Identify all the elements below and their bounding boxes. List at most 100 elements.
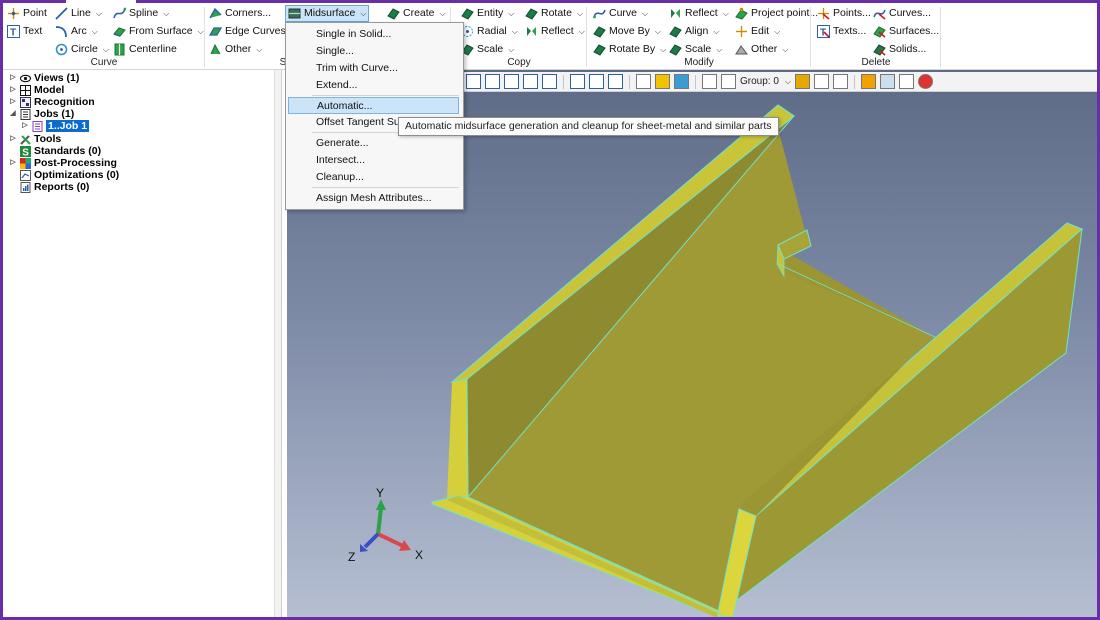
expand-icon[interactable]: ▷ bbox=[9, 96, 17, 108]
copy-scale-label: Scale bbox=[477, 43, 504, 55]
from-surface-button[interactable]: From Surface ⌵ bbox=[111, 23, 206, 40]
fit-all-icon[interactable] bbox=[702, 74, 717, 89]
modify-reflect-label: Reflect bbox=[685, 7, 718, 19]
color-shade-icon[interactable] bbox=[674, 74, 689, 89]
copy-rotate-button[interactable]: Rotate ⌵ bbox=[523, 5, 585, 22]
layers-icon[interactable] bbox=[636, 74, 651, 89]
expand-icon[interactable]: ▷ bbox=[9, 157, 17, 169]
svg-text:T: T bbox=[10, 28, 16, 39]
delete-solids-button[interactable]: Solids... bbox=[871, 41, 928, 58]
tree-item-job-1[interactable]: ▷ 1..Job 1 bbox=[21, 120, 90, 132]
tree-item-label: Views (1) bbox=[34, 72, 80, 84]
collapse-icon[interactable]: ◢ bbox=[9, 108, 17, 120]
text-button[interactable]: T Text bbox=[5, 23, 44, 40]
menu-item-assign-mesh-attributes[interactable]: Assign Mesh Attributes... bbox=[288, 190, 459, 207]
circle-button[interactable]: Circle ⌵ bbox=[53, 41, 111, 58]
reports-icon bbox=[20, 181, 31, 193]
cancel-icon[interactable] bbox=[918, 74, 933, 89]
chevron-down-icon: ⌵ bbox=[163, 9, 170, 18]
menu-item-extend[interactable]: Extend... bbox=[288, 77, 459, 94]
modify-reflect-button[interactable]: Reflect ⌵ bbox=[667, 5, 731, 22]
modify-scale-button[interactable]: Scale ⌵ bbox=[667, 41, 724, 58]
tree-item-post-processing[interactable]: ▷ Post-Processing bbox=[9, 157, 117, 169]
spline-icon bbox=[113, 7, 127, 20]
delete-curves-button[interactable]: Curves... bbox=[871, 5, 933, 22]
menu-item-cleanup[interactable]: Cleanup... bbox=[288, 169, 459, 186]
tree-item-standards[interactable]: S Standards (0) bbox=[9, 145, 102, 158]
tree-item-tools[interactable]: ▷ Tools bbox=[9, 133, 61, 145]
tree-item-jobs[interactable]: ◢ Jobs (1) bbox=[9, 108, 74, 120]
edge-view-icon[interactable] bbox=[542, 74, 557, 89]
copy-radial-button[interactable]: Radial ⌵ bbox=[459, 23, 520, 40]
spline-button[interactable]: Spline ⌵ bbox=[111, 5, 171, 22]
solid-shade-icon[interactable] bbox=[655, 74, 670, 89]
tree-item-optimizations[interactable]: Optimizations (0) bbox=[9, 169, 119, 181]
chevron-down-icon[interactable]: ⌵ bbox=[785, 77, 791, 87]
arc-button[interactable]: Arc ⌵ bbox=[53, 23, 100, 40]
menu-item-trim-with-curve[interactable]: Trim with Curve... bbox=[288, 60, 459, 77]
cube-icon[interactable] bbox=[795, 74, 810, 89]
chevron-down-icon: ⌵ bbox=[511, 27, 518, 36]
erase-icon[interactable] bbox=[880, 74, 895, 89]
group-selector[interactable]: Group: 0 bbox=[740, 76, 779, 87]
menu-item-automatic[interactable]: Automatic... bbox=[288, 97, 459, 114]
mesh-grid-icon[interactable] bbox=[485, 74, 500, 89]
centerline-button[interactable]: Centerline bbox=[111, 41, 179, 58]
bracket-icon[interactable] bbox=[570, 74, 585, 89]
surface-other-button[interactable]: Other ⌵ bbox=[207, 41, 264, 58]
delete-texts-button[interactable]: T Texts... bbox=[815, 23, 868, 40]
visibility-icon[interactable] bbox=[899, 74, 914, 89]
modify-curve-button[interactable]: Curve ⌵ bbox=[591, 5, 650, 22]
copy-reflect-button[interactable]: Reflect ⌵ bbox=[523, 23, 587, 40]
triangle-view-icon[interactable] bbox=[523, 74, 538, 89]
menu-item-intersect[interactable]: Intersect... bbox=[288, 152, 459, 169]
tree-item-label: Recognition bbox=[34, 96, 95, 108]
delete-surfaces-button[interactable]: Surfaces... bbox=[871, 23, 941, 40]
tree-item-reports[interactable]: Reports (0) bbox=[9, 181, 89, 193]
flag-icon[interactable] bbox=[589, 74, 604, 89]
chart-icon[interactable] bbox=[814, 74, 829, 89]
align-button[interactable]: Align ⌵ bbox=[667, 23, 721, 40]
display-options-icon[interactable] bbox=[833, 74, 848, 89]
expand-icon[interactable]: ▷ bbox=[21, 120, 29, 132]
line-icon bbox=[55, 7, 68, 20]
align-label: Align bbox=[685, 25, 709, 37]
point-button[interactable]: Point bbox=[5, 5, 49, 22]
entity-icon bbox=[461, 7, 474, 20]
ribbon-group-label-modify: Modify bbox=[684, 57, 714, 68]
expand-icon[interactable]: ▷ bbox=[9, 84, 17, 96]
grid-view-icon[interactable] bbox=[504, 74, 519, 89]
menu-item-single[interactable]: Single... bbox=[288, 43, 459, 60]
optimizations-icon bbox=[20, 169, 31, 181]
wireframe-icon[interactable] bbox=[466, 74, 481, 89]
pencil-icon[interactable] bbox=[861, 74, 876, 89]
modify-other-button[interactable]: Other ⌵ bbox=[733, 41, 790, 58]
rotate-by-button[interactable]: Rotate By ⌵ bbox=[591, 41, 668, 58]
menu-item-single-in-solid[interactable]: Single in Solid... bbox=[288, 26, 459, 43]
delete-surfaces-icon bbox=[873, 25, 886, 38]
project-point-button[interactable]: Project point... bbox=[733, 5, 820, 22]
tree-item-recognition[interactable]: ▷ Recognition bbox=[9, 96, 95, 108]
tree-item-views[interactable]: ▷ Views (1) bbox=[9, 72, 79, 84]
chevron-down-icon: ⌵ bbox=[782, 45, 789, 54]
tree-item-model[interactable]: ▷ Model bbox=[9, 84, 64, 96]
expand-icon[interactable]: ▷ bbox=[9, 72, 17, 84]
menu-item-generate[interactable]: Generate... bbox=[288, 135, 459, 152]
delete-solids-label: Solids... bbox=[889, 43, 927, 55]
copy-rotate-label: Rotate bbox=[541, 7, 572, 19]
copy-scale-button[interactable]: Scale ⌵ bbox=[459, 41, 516, 58]
edge-curves-button[interactable]: Edge Curves... bbox=[207, 23, 296, 40]
tree-scrollbar[interactable] bbox=[274, 70, 281, 617]
expand-icon[interactable]: ▷ bbox=[9, 133, 17, 145]
zoom-icon[interactable] bbox=[721, 74, 736, 89]
move-by-button[interactable]: Move By ⌵ bbox=[591, 23, 663, 40]
copy-entity-button[interactable]: Entity ⌵ bbox=[459, 5, 516, 22]
corners-button[interactable]: Corners... bbox=[207, 5, 273, 22]
text-icon: T bbox=[7, 25, 20, 39]
midsurface-button[interactable]: Midsurface ⌵ bbox=[285, 5, 370, 22]
edit-button[interactable]: Edit ⌵ bbox=[733, 23, 782, 40]
tree-item-label: Standards (0) bbox=[34, 145, 102, 157]
shell-icon[interactable] bbox=[608, 74, 623, 89]
line-button[interactable]: Line ⌵ bbox=[53, 5, 104, 22]
delete-points-button[interactable]: Points... bbox=[815, 5, 873, 22]
